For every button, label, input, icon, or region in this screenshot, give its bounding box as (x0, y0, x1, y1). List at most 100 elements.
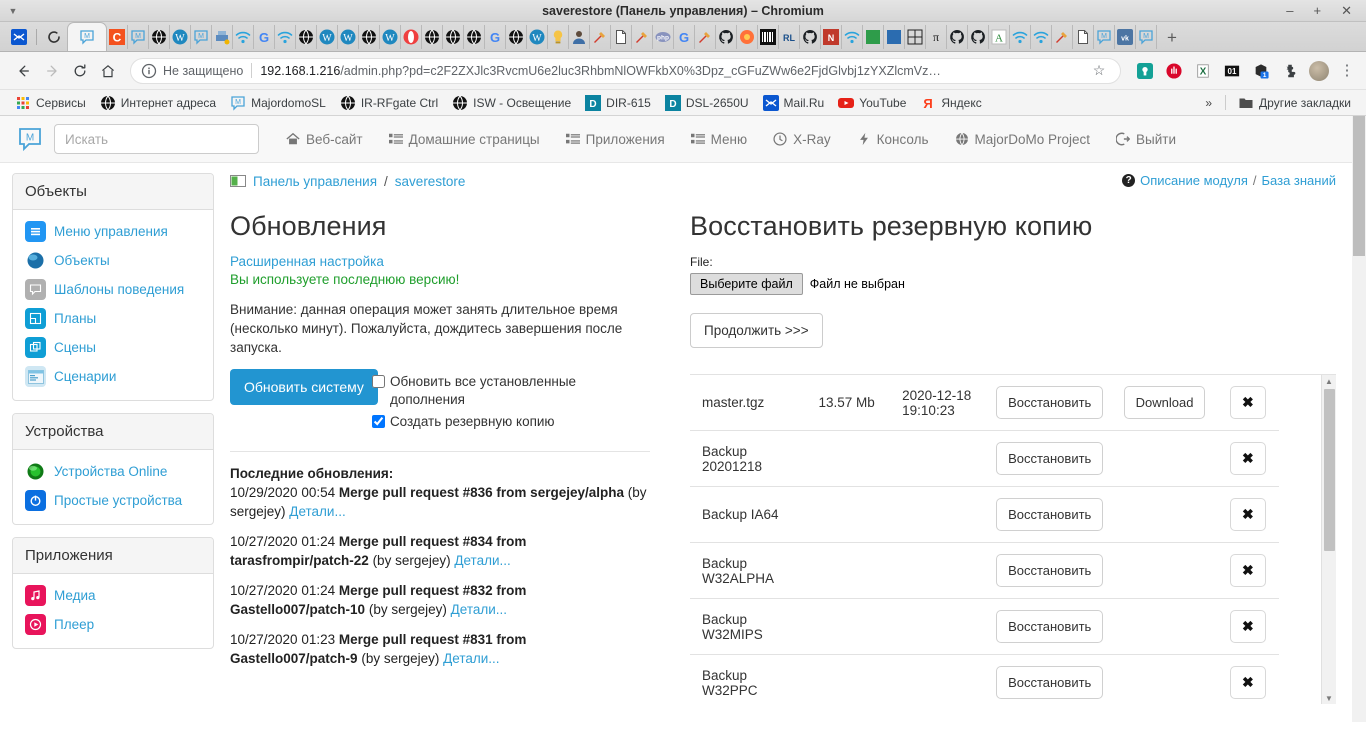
continue-button[interactable]: Продолжить >>> (690, 313, 823, 348)
tab-icon-blue-box[interactable] (884, 25, 905, 49)
bookmark-ir-rfgate-ctrl[interactable]: IR-RFgate Ctrl (333, 93, 445, 113)
sidebar-item-behavior-templates[interactable]: Шаблоны поведения (23, 275, 203, 304)
restore-button[interactable]: Восстановить (996, 442, 1103, 475)
bookmark-majordomosl[interactable]: M MajordomoSL (223, 93, 333, 113)
restore-button[interactable]: Восстановить (996, 666, 1103, 699)
pinned-tab-loading[interactable] (41, 24, 67, 50)
pinned-tab-mailru[interactable] (6, 24, 32, 50)
tab-icon-vk[interactable]: vk (1115, 25, 1136, 49)
bookmark-dsl-2650u[interactable]: D DSL-2650U (658, 93, 756, 113)
checkbox-all-addons-row[interactable]: Обновить все установленные дополнения (372, 373, 650, 409)
tab-icon-red-square[interactable]: N (821, 25, 842, 49)
nav-link-website[interactable]: Веб-сайт (273, 132, 376, 147)
tab-icon-globe-2[interactable] (296, 25, 317, 49)
checkbox-backup-row[interactable]: Создать резервную копию (372, 413, 650, 431)
tab-icon-printer[interactable] (212, 25, 233, 49)
nav-link-applications[interactable]: Приложения (553, 132, 678, 147)
active-tab-saverestore[interactable]: M (67, 22, 107, 51)
tab-icon-green-box[interactable] (863, 25, 884, 49)
sidebar-item-plans[interactable]: Планы (23, 304, 203, 333)
tab-icon-wordpress-5[interactable]: W (527, 25, 548, 49)
bookmark-yandex[interactable]: Я Яндекс (913, 93, 988, 113)
delete-backup-button[interactable]: ✖ (1230, 554, 1266, 587)
scroll-up-arrow-icon[interactable]: ▲ (1322, 375, 1336, 388)
bookmark-youtube[interactable]: YouTube (831, 93, 913, 113)
tab-list-caret-icon[interactable]: ▼ (0, 6, 26, 16)
download-button[interactable]: Download (1124, 386, 1206, 419)
address-bar[interactable]: Не защищено 192.168.1.216/admin.php?pd=c… (130, 58, 1121, 84)
update-details-link[interactable]: Детали... (443, 651, 499, 666)
extension-icon-adblock[interactable] (1164, 61, 1184, 81)
tab-icon-github-4[interactable] (968, 25, 989, 49)
delete-backup-button[interactable]: ✖ (1230, 498, 1266, 531)
sidebar-item-objects[interactable]: Объекты (23, 246, 203, 275)
tab-icon-majordomo-4[interactable]: M (1136, 25, 1157, 49)
tab-icon-google-2[interactable]: G (485, 25, 506, 49)
tab-icon-wifi-3[interactable] (842, 25, 863, 49)
tab-icon-globe-4[interactable] (422, 25, 443, 49)
advanced-settings-link[interactable]: Расширенная настройка (230, 254, 650, 269)
sidebar-item-control-menu[interactable]: Меню управления (23, 217, 203, 246)
scroll-down-arrow-icon[interactable]: ▼ (1322, 692, 1336, 704)
update-details-link[interactable]: Детали... (289, 504, 345, 519)
tab-icon-opera[interactable] (401, 25, 422, 49)
extension-icon-excel[interactable]: X (1193, 61, 1213, 81)
tab-icon-wifi-2[interactable] (275, 25, 296, 49)
nav-link-logout[interactable]: Выйти (1103, 132, 1189, 147)
tab-icon-github-3[interactable] (947, 25, 968, 49)
close-window-button[interactable]: ✕ (1341, 4, 1352, 17)
tab-icon-globe-3[interactable] (359, 25, 380, 49)
bookmark-star-icon[interactable]: ☆ (1088, 62, 1110, 79)
majordomo-logo[interactable]: M (14, 123, 46, 155)
tab-icon-wordpress-4[interactable]: W (380, 25, 401, 49)
breadcrumb-root[interactable]: Панель управления (253, 174, 377, 189)
tab-icon-barcode[interactable] (758, 25, 779, 49)
table-scrollbar-thumb[interactable] (1324, 389, 1335, 551)
tab-icon-document[interactable] (611, 25, 632, 49)
tab-icon-pi[interactable]: π (926, 25, 947, 49)
delete-backup-button[interactable]: ✖ (1230, 610, 1266, 643)
minimize-button[interactable]: – (1286, 4, 1293, 17)
tab-icon-tools-3[interactable] (695, 25, 716, 49)
tab-icon-document-2[interactable] (1073, 25, 1094, 49)
tab-icon-wifi-5[interactable] (1031, 25, 1052, 49)
table-scrollbar[interactable]: ▲ ▼ (1321, 375, 1336, 704)
choose-file-button[interactable]: Выберите файл (690, 273, 803, 295)
restore-button[interactable]: Восстановить (996, 386, 1103, 419)
restore-button[interactable]: Восстановить (996, 498, 1103, 531)
tab-icon-wordpress-3[interactable]: W (338, 25, 359, 49)
tab-icon-tools[interactable] (590, 25, 611, 49)
update-details-link[interactable]: Детали... (451, 602, 507, 617)
maximize-button[interactable]: + (1314, 4, 1322, 17)
nav-link-console[interactable]: Консоль (844, 132, 942, 147)
tab-icon-letter-a[interactable]: A (989, 25, 1010, 49)
delete-backup-button[interactable]: ✖ (1230, 386, 1266, 419)
tab-icon-majordomo-2[interactable]: M (191, 25, 212, 49)
tab-icon-rl[interactable]: RL (779, 25, 800, 49)
home-button[interactable] (94, 57, 122, 85)
nav-link-xray[interactable]: X-Ray (760, 132, 844, 147)
bookmarks-overflow-button[interactable]: » (1197, 96, 1220, 110)
other-bookmarks-folder[interactable]: Другие закладки (1231, 93, 1358, 113)
tab-icon-majordomo[interactable]: M (128, 25, 149, 49)
tab-icon-tools-4[interactable] (1052, 25, 1073, 49)
page-scrollbar-thumb[interactable] (1353, 116, 1365, 256)
back-button[interactable] (10, 57, 38, 85)
profile-avatar[interactable] (1309, 61, 1329, 81)
tab-icon-user[interactable] (569, 25, 590, 49)
forward-button[interactable] (38, 57, 66, 85)
tab-icon-wordpress[interactable]: W (170, 25, 191, 49)
search-input[interactable] (54, 124, 259, 154)
knowledge-base-link[interactable]: База знаний (1262, 173, 1337, 188)
tab-icon-php[interactable]: php (653, 25, 674, 49)
update-system-button[interactable]: Обновить систему (230, 369, 378, 405)
extension-icon-counter[interactable]: 01 (1222, 61, 1242, 81)
bookmark-internet-addresses[interactable]: Интернет адреса (93, 93, 223, 113)
bookmark-services[interactable]: Сервисы (8, 93, 93, 113)
tab-icon-wordpress-2[interactable]: W (317, 25, 338, 49)
tab-icon-globe[interactable] (149, 25, 170, 49)
restore-button[interactable]: Восстановить (996, 554, 1103, 587)
extension-icon-teal[interactable] (1135, 61, 1155, 81)
nav-link-majordomo-project[interactable]: MajorDoMo Project (942, 132, 1104, 147)
sidebar-item-player[interactable]: Плеер (23, 610, 203, 639)
